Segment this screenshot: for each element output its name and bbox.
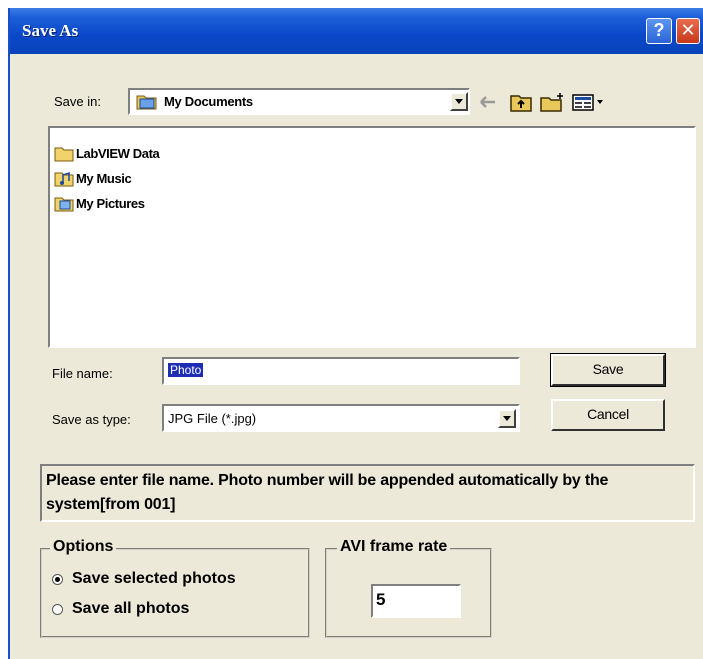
options-title: Options bbox=[50, 538, 117, 556]
avi-frame-rate-input[interactable]: 5 bbox=[371, 584, 461, 618]
file-list[interactable]: LabVIEW Data My Music My Pictures bbox=[48, 126, 696, 348]
radio-selected-icon bbox=[52, 574, 63, 585]
chevron-down-icon bbox=[503, 416, 511, 421]
folder-documents-icon bbox=[136, 95, 157, 110]
file-name-text: My Pictures bbox=[76, 196, 145, 211]
list-item[interactable]: My Music bbox=[54, 169, 174, 189]
radio-unselected-icon bbox=[52, 604, 63, 615]
up-folder-icon[interactable] bbox=[510, 92, 532, 112]
cancel-button[interactable]: Cancel bbox=[551, 399, 665, 431]
save-in-dropdown[interactable]: My Documents bbox=[128, 88, 470, 115]
new-folder-icon[interactable] bbox=[540, 92, 566, 112]
info-message-box: Please enter file name. Photo number wil… bbox=[40, 464, 695, 522]
options-group: Options Save selected photos Save all ph… bbox=[40, 538, 310, 638]
close-button[interactable]: ✕ bbox=[676, 18, 700, 44]
save-as-type-dropdown-button[interactable] bbox=[498, 409, 516, 428]
file-name-text: My Music bbox=[76, 171, 132, 186]
info-message: Please enter file name. Photo number wil… bbox=[46, 472, 609, 513]
chevron-down-icon bbox=[455, 99, 463, 104]
file-name-field[interactable]: Photo bbox=[162, 357, 520, 385]
save-in-value: My Documents bbox=[164, 94, 253, 109]
radio-label: Save selected photos bbox=[72, 570, 236, 587]
list-item[interactable]: My Pictures bbox=[54, 194, 184, 214]
file-name-text: LabVIEW Data bbox=[76, 146, 160, 161]
folder-icon bbox=[54, 147, 74, 162]
save-in-label: Save in: bbox=[54, 94, 101, 109]
pictures-folder-icon bbox=[54, 197, 74, 212]
save-selected-photos-radio[interactable]: Save selected photos bbox=[52, 570, 302, 592]
file-name-value: Photo bbox=[168, 363, 204, 377]
file-name-label: File name: bbox=[52, 366, 113, 381]
music-folder-icon bbox=[54, 171, 74, 187]
radio-label: Save all photos bbox=[72, 600, 190, 617]
avi-frame-rate-title: AVI frame rate bbox=[337, 538, 451, 556]
save-in-dropdown-button[interactable] bbox=[450, 92, 468, 111]
window-title: Save As bbox=[22, 21, 79, 40]
back-arrow-icon[interactable] bbox=[478, 92, 498, 112]
save-as-type-dropdown[interactable]: JPG File (*.jpg) bbox=[162, 404, 520, 432]
title-bar[interactable]: Save As ? ✕ bbox=[10, 8, 703, 54]
list-item[interactable]: LabVIEW Data bbox=[54, 144, 194, 164]
avi-frame-rate-group: AVI frame rate 5 bbox=[325, 538, 492, 638]
view-menu-icon[interactable] bbox=[572, 92, 608, 112]
save-all-photos-radio[interactable]: Save all photos bbox=[52, 600, 302, 622]
help-button[interactable]: ? bbox=[646, 18, 672, 44]
save-as-dialog: Save As ? ✕ Save in: My Documents LabVIE… bbox=[8, 8, 703, 659]
save-as-type-label: Save as type: bbox=[52, 412, 131, 427]
save-as-type-value: JPG File (*.jpg) bbox=[168, 411, 257, 426]
save-button[interactable]: Save bbox=[550, 353, 666, 387]
